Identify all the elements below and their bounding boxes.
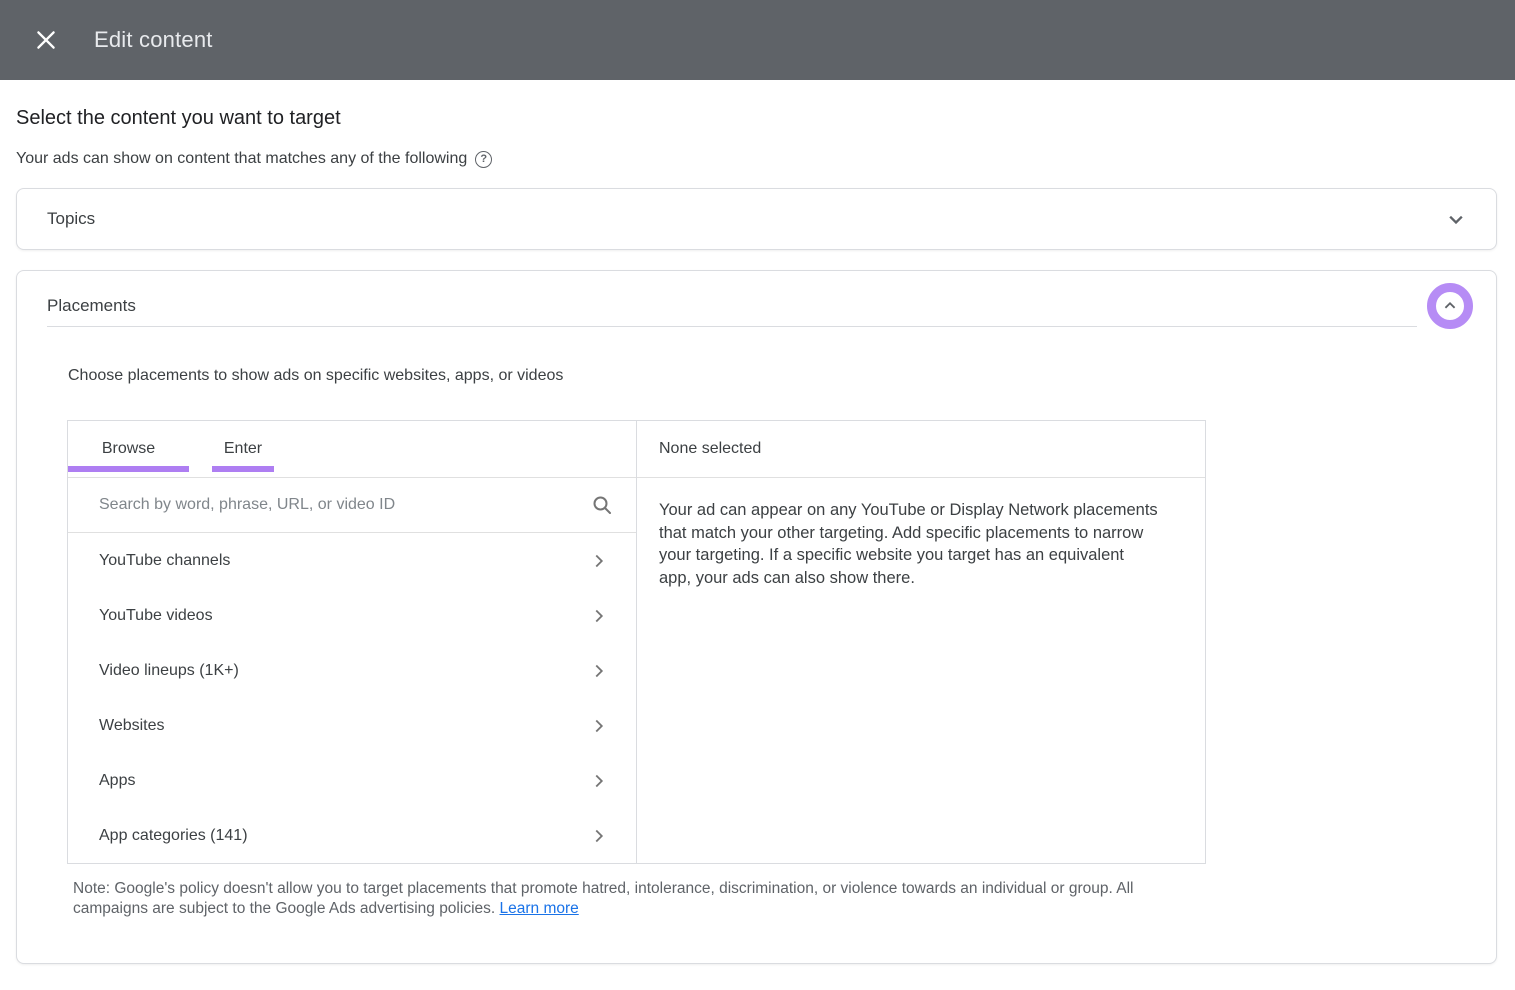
- category-label: Video lineups (1K+): [99, 662, 239, 680]
- category-row-youtube-channels[interactable]: YouTube channels: [68, 533, 636, 588]
- placement-search: [68, 478, 636, 533]
- picker-selection-pane: None selected Your ad can appear on any …: [637, 420, 1206, 864]
- tab-browse-label: Browse: [102, 440, 155, 458]
- category-label: Apps: [99, 772, 135, 790]
- placements-panel-header: Placements: [17, 271, 1496, 316]
- category-row-apps[interactable]: Apps: [68, 753, 636, 808]
- category-label: App categories (141): [99, 827, 248, 845]
- placement-picker: Browse Enter YouTube channels: [67, 420, 1206, 864]
- selection-description: Your ad can appear on any YouTube or Dis…: [637, 478, 1205, 589]
- page-title: Select the content you want to target: [16, 107, 1497, 130]
- category-row-video-lineups[interactable]: Video lineups (1K+): [68, 643, 636, 698]
- chevron-right-icon: [588, 605, 610, 627]
- help-icon[interactable]: ?: [475, 151, 492, 168]
- topics-panel-title: Topics: [47, 209, 95, 229]
- tab-enter-label: Enter: [224, 440, 262, 458]
- tab-enter[interactable]: Enter: [212, 421, 274, 477]
- topics-panel[interactable]: Topics: [16, 188, 1497, 250]
- selection-status: None selected: [637, 421, 1205, 478]
- chevron-right-icon: [588, 715, 610, 737]
- category-label: YouTube channels: [99, 552, 230, 570]
- chevron-right-icon: [588, 660, 610, 682]
- policy-note-text: Note: Google's policy doesn't allow you …: [73, 880, 1134, 917]
- search-input[interactable]: [99, 496, 590, 514]
- category-label: YouTube videos: [99, 607, 213, 625]
- subtitle-text: Your ads can show on content that matche…: [16, 150, 467, 168]
- chevron-down-icon[interactable]: [1442, 205, 1470, 233]
- tab-enter-active-indicator: [212, 466, 274, 472]
- policy-note: Note: Google's policy doesn't allow you …: [73, 879, 1193, 919]
- placements-panel-title: Placements: [47, 296, 1496, 316]
- chevron-up-icon: [1439, 295, 1461, 317]
- dialog-header: Edit content: [0, 0, 1515, 80]
- collapse-panel-button[interactable]: [1427, 283, 1473, 329]
- chevron-right-icon: [588, 825, 610, 847]
- picker-tabbar: Browse Enter: [68, 421, 636, 478]
- placements-description: Choose placements to show ads on specifi…: [68, 367, 1496, 385]
- chevron-right-icon: [588, 770, 610, 792]
- page-subtitle: Your ads can show on content that matche…: [16, 150, 1497, 168]
- tab-browse-active-indicator: [68, 466, 189, 472]
- placements-header-divider: [47, 326, 1417, 327]
- dialog-title: Edit content: [94, 27, 213, 53]
- category-row-app-categories[interactable]: App categories (141): [68, 808, 636, 863]
- category-row-websites[interactable]: Websites: [68, 698, 636, 753]
- close-icon[interactable]: [26, 20, 66, 60]
- tab-browse[interactable]: Browse: [68, 421, 189, 477]
- category-label: Websites: [99, 717, 165, 735]
- chevron-right-icon: [588, 550, 610, 572]
- picker-browse-pane: Browse Enter YouTube channels: [67, 420, 637, 864]
- dialog-body: Select the content you want to target Yo…: [0, 107, 1515, 964]
- category-row-youtube-videos[interactable]: YouTube videos: [68, 588, 636, 643]
- learn-more-link[interactable]: Learn more: [500, 900, 579, 917]
- search-icon[interactable]: [590, 493, 614, 517]
- placements-panel: Placements Choose placements to show ads…: [16, 270, 1497, 964]
